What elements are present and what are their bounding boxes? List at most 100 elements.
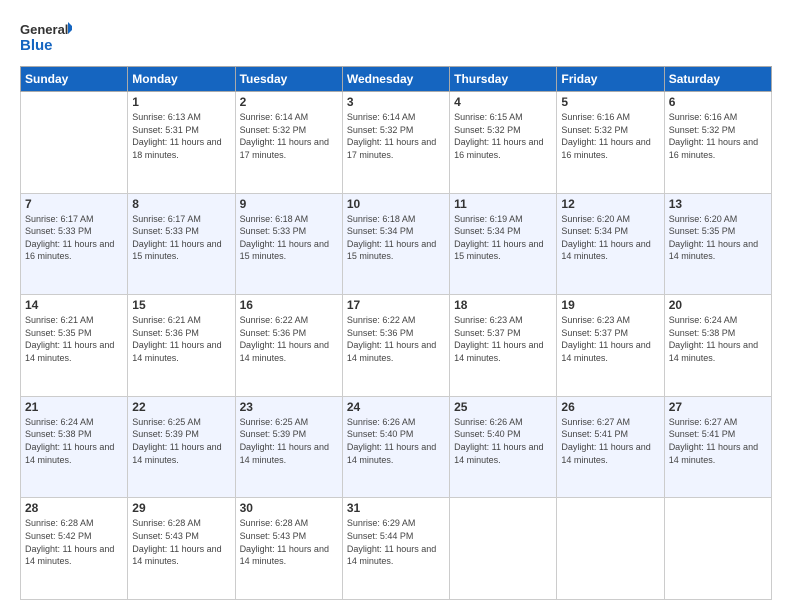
col-sunday: Sunday bbox=[21, 67, 128, 92]
day-info: Sunrise: 6:28 AM Sunset: 5:43 PM Dayligh… bbox=[240, 517, 338, 567]
col-tuesday: Tuesday bbox=[235, 67, 342, 92]
day-number: 23 bbox=[240, 400, 338, 414]
day-number: 26 bbox=[561, 400, 659, 414]
page: General Blue Sunday Monday Tuesday Wedne… bbox=[0, 0, 792, 612]
day-number: 16 bbox=[240, 298, 338, 312]
col-monday: Monday bbox=[128, 67, 235, 92]
calendar-cell: 3 Sunrise: 6:14 AM Sunset: 5:32 PM Daylig… bbox=[342, 92, 449, 194]
day-info: Sunrise: 6:21 AM Sunset: 5:36 PM Dayligh… bbox=[132, 314, 230, 364]
day-info: Sunrise: 6:26 AM Sunset: 5:40 PM Dayligh… bbox=[347, 416, 445, 466]
calendar-cell: 27Sunrise: 6:27 AM Sunset: 5:41 PM Dayli… bbox=[664, 396, 771, 498]
calendar-cell: 12 Sunrise: 6:20 AM Sunset: 5:34 PM Dayli… bbox=[557, 193, 664, 295]
day-number: 29 bbox=[132, 501, 230, 515]
calendar-cell: 30 Sunrise: 6:28 AM Sunset: 5:43 PM Dayli… bbox=[235, 498, 342, 600]
logo-svg: General Blue bbox=[20, 18, 72, 58]
day-info: Sunrise: 6:15 AM Sunset: 5:32 PM Dayligh… bbox=[454, 111, 552, 161]
day-info: Sunrise: 6:25 AM Sunset: 5:39 PM Dayligh… bbox=[132, 416, 230, 466]
calendar-cell: 16 Sunrise: 6:22 AM Sunset: 5:36 PM Dayli… bbox=[235, 295, 342, 397]
calendar-cell: 11 Sunrise: 6:19 AM Sunset: 5:34 PM Dayli… bbox=[450, 193, 557, 295]
week-row: 14 Sunrise: 6:21 AM Sunset: 5:35 PM Dayli… bbox=[21, 295, 772, 397]
day-number: 9 bbox=[240, 197, 338, 211]
col-wednesday: Wednesday bbox=[342, 67, 449, 92]
day-info: Sunrise: 6:20 AM Sunset: 5:35 PM Dayligh… bbox=[669, 213, 767, 263]
calendar-cell: 1 Sunrise: 6:13 AM Sunset: 5:31 PM Daylig… bbox=[128, 92, 235, 194]
day-info: Sunrise: 6:14 AM Sunset: 5:32 PM Dayligh… bbox=[240, 111, 338, 161]
day-info: Sunrise: 6:17 AM Sunset: 5:33 PM Dayligh… bbox=[132, 213, 230, 263]
day-number: 6 bbox=[669, 95, 767, 109]
calendar-cell: 31 Sunrise: 6:29 AM Sunset: 5:44 PM Dayli… bbox=[342, 498, 449, 600]
day-info: Sunrise: 6:24 AM Sunset: 5:38 PM Dayligh… bbox=[25, 416, 123, 466]
day-info: Sunrise: 6:21 AM Sunset: 5:35 PM Dayligh… bbox=[25, 314, 123, 364]
calendar-cell: 19 Sunrise: 6:23 AM Sunset: 5:37 PM Dayli… bbox=[557, 295, 664, 397]
day-number: 11 bbox=[454, 197, 552, 211]
calendar-cell: 15 Sunrise: 6:21 AM Sunset: 5:36 PM Dayli… bbox=[128, 295, 235, 397]
day-info: Sunrise: 6:17 AM Sunset: 5:33 PM Dayligh… bbox=[25, 213, 123, 263]
week-row: 1 Sunrise: 6:13 AM Sunset: 5:31 PM Daylig… bbox=[21, 92, 772, 194]
day-number: 10 bbox=[347, 197, 445, 211]
day-number: 27 bbox=[669, 400, 767, 414]
day-info: Sunrise: 6:18 AM Sunset: 5:34 PM Dayligh… bbox=[347, 213, 445, 263]
calendar-cell: 8 Sunrise: 6:17 AM Sunset: 5:33 PM Daylig… bbox=[128, 193, 235, 295]
header: General Blue bbox=[20, 18, 772, 58]
calendar-cell bbox=[450, 498, 557, 600]
day-number: 7 bbox=[25, 197, 123, 211]
day-number: 28 bbox=[25, 501, 123, 515]
svg-text:Blue: Blue bbox=[20, 37, 53, 54]
calendar-cell: 23Sunrise: 6:25 AM Sunset: 5:39 PM Dayli… bbox=[235, 396, 342, 498]
week-row: 21 Sunrise: 6:24 AM Sunset: 5:38 PM Dayli… bbox=[21, 396, 772, 498]
day-number: 1 bbox=[132, 95, 230, 109]
calendar-cell bbox=[21, 92, 128, 194]
day-info: Sunrise: 6:27 AM Sunset: 5:41 PM Dayligh… bbox=[561, 416, 659, 466]
day-number: 19 bbox=[561, 298, 659, 312]
day-info: Sunrise: 6:28 AM Sunset: 5:42 PM Dayligh… bbox=[25, 517, 123, 567]
calendar-cell: 10 Sunrise: 6:18 AM Sunset: 5:34 PM Dayli… bbox=[342, 193, 449, 295]
calendar-cell: 21 Sunrise: 6:24 AM Sunset: 5:38 PM Dayli… bbox=[21, 396, 128, 498]
calendar: Sunday Monday Tuesday Wednesday Thursday… bbox=[20, 66, 772, 600]
col-friday: Friday bbox=[557, 67, 664, 92]
day-info: Sunrise: 6:26 AM Sunset: 5:40 PM Dayligh… bbox=[454, 416, 552, 466]
calendar-cell: 24Sunrise: 6:26 AM Sunset: 5:40 PM Dayli… bbox=[342, 396, 449, 498]
logo: General Blue bbox=[20, 18, 72, 58]
svg-text:General: General bbox=[20, 22, 68, 37]
day-number: 4 bbox=[454, 95, 552, 109]
day-number: 15 bbox=[132, 298, 230, 312]
calendar-cell: 25 Sunrise: 6:26 AM Sunset: 5:40 PM Dayli… bbox=[450, 396, 557, 498]
day-info: Sunrise: 6:23 AM Sunset: 5:37 PM Dayligh… bbox=[454, 314, 552, 364]
day-info: Sunrise: 6:29 AM Sunset: 5:44 PM Dayligh… bbox=[347, 517, 445, 567]
calendar-cell: 18 Sunrise: 6:23 AM Sunset: 5:37 PM Dayli… bbox=[450, 295, 557, 397]
day-info: Sunrise: 6:28 AM Sunset: 5:43 PM Dayligh… bbox=[132, 517, 230, 567]
day-number: 30 bbox=[240, 501, 338, 515]
day-info: Sunrise: 6:16 AM Sunset: 5:32 PM Dayligh… bbox=[561, 111, 659, 161]
calendar-cell: 22 Sunrise: 6:25 AM Sunset: 5:39 PM Dayli… bbox=[128, 396, 235, 498]
calendar-cell: 28 Sunrise: 6:28 AM Sunset: 5:42 PM Dayli… bbox=[21, 498, 128, 600]
calendar-cell: 13Sunrise: 6:20 AM Sunset: 5:35 PM Dayli… bbox=[664, 193, 771, 295]
day-number: 12 bbox=[561, 197, 659, 211]
day-info: Sunrise: 6:13 AM Sunset: 5:31 PM Dayligh… bbox=[132, 111, 230, 161]
week-row: 7 Sunrise: 6:17 AM Sunset: 5:33 PM Daylig… bbox=[21, 193, 772, 295]
day-number: 8 bbox=[132, 197, 230, 211]
day-info: Sunrise: 6:20 AM Sunset: 5:34 PM Dayligh… bbox=[561, 213, 659, 263]
day-info: Sunrise: 6:16 AM Sunset: 5:32 PM Dayligh… bbox=[669, 111, 767, 161]
day-number: 25 bbox=[454, 400, 552, 414]
calendar-cell: 29 Sunrise: 6:28 AM Sunset: 5:43 PM Dayli… bbox=[128, 498, 235, 600]
col-saturday: Saturday bbox=[664, 67, 771, 92]
day-number: 21 bbox=[25, 400, 123, 414]
day-number: 20 bbox=[669, 298, 767, 312]
calendar-cell: 5Sunrise: 6:16 AM Sunset: 5:32 PM Daylig… bbox=[557, 92, 664, 194]
calendar-cell bbox=[557, 498, 664, 600]
calendar-cell: 20Sunrise: 6:24 AM Sunset: 5:38 PM Dayli… bbox=[664, 295, 771, 397]
header-row: Sunday Monday Tuesday Wednesday Thursday… bbox=[21, 67, 772, 92]
day-number: 3 bbox=[347, 95, 445, 109]
day-number: 14 bbox=[25, 298, 123, 312]
day-info: Sunrise: 6:22 AM Sunset: 5:36 PM Dayligh… bbox=[240, 314, 338, 364]
calendar-cell: 7 Sunrise: 6:17 AM Sunset: 5:33 PM Daylig… bbox=[21, 193, 128, 295]
day-info: Sunrise: 6:14 AM Sunset: 5:32 PM Dayligh… bbox=[347, 111, 445, 161]
day-info: Sunrise: 6:22 AM Sunset: 5:36 PM Dayligh… bbox=[347, 314, 445, 364]
day-number: 31 bbox=[347, 501, 445, 515]
day-info: Sunrise: 6:19 AM Sunset: 5:34 PM Dayligh… bbox=[454, 213, 552, 263]
day-info: Sunrise: 6:23 AM Sunset: 5:37 PM Dayligh… bbox=[561, 314, 659, 364]
day-number: 22 bbox=[132, 400, 230, 414]
calendar-cell: 9Sunrise: 6:18 AM Sunset: 5:33 PM Daylig… bbox=[235, 193, 342, 295]
day-number: 18 bbox=[454, 298, 552, 312]
calendar-cell bbox=[664, 498, 771, 600]
